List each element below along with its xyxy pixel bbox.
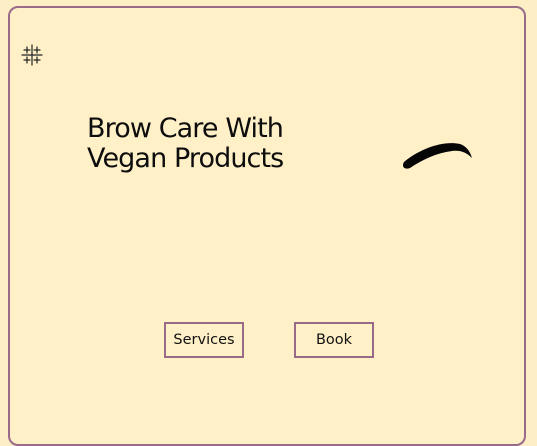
hero-card: Brow Care With Vegan Products Services B… xyxy=(8,6,526,446)
eyebrow-icon xyxy=(402,143,472,169)
hero-headline-line2: Vegan Products xyxy=(87,143,284,174)
sparkle-cluster-icon[interactable] xyxy=(21,44,43,66)
hero-headline-line1: Brow Care With xyxy=(87,113,284,144)
services-button[interactable]: Services xyxy=(164,322,244,358)
hero-headline: Brow Care With Vegan Products xyxy=(87,113,284,174)
book-button[interactable]: Book xyxy=(294,322,374,358)
